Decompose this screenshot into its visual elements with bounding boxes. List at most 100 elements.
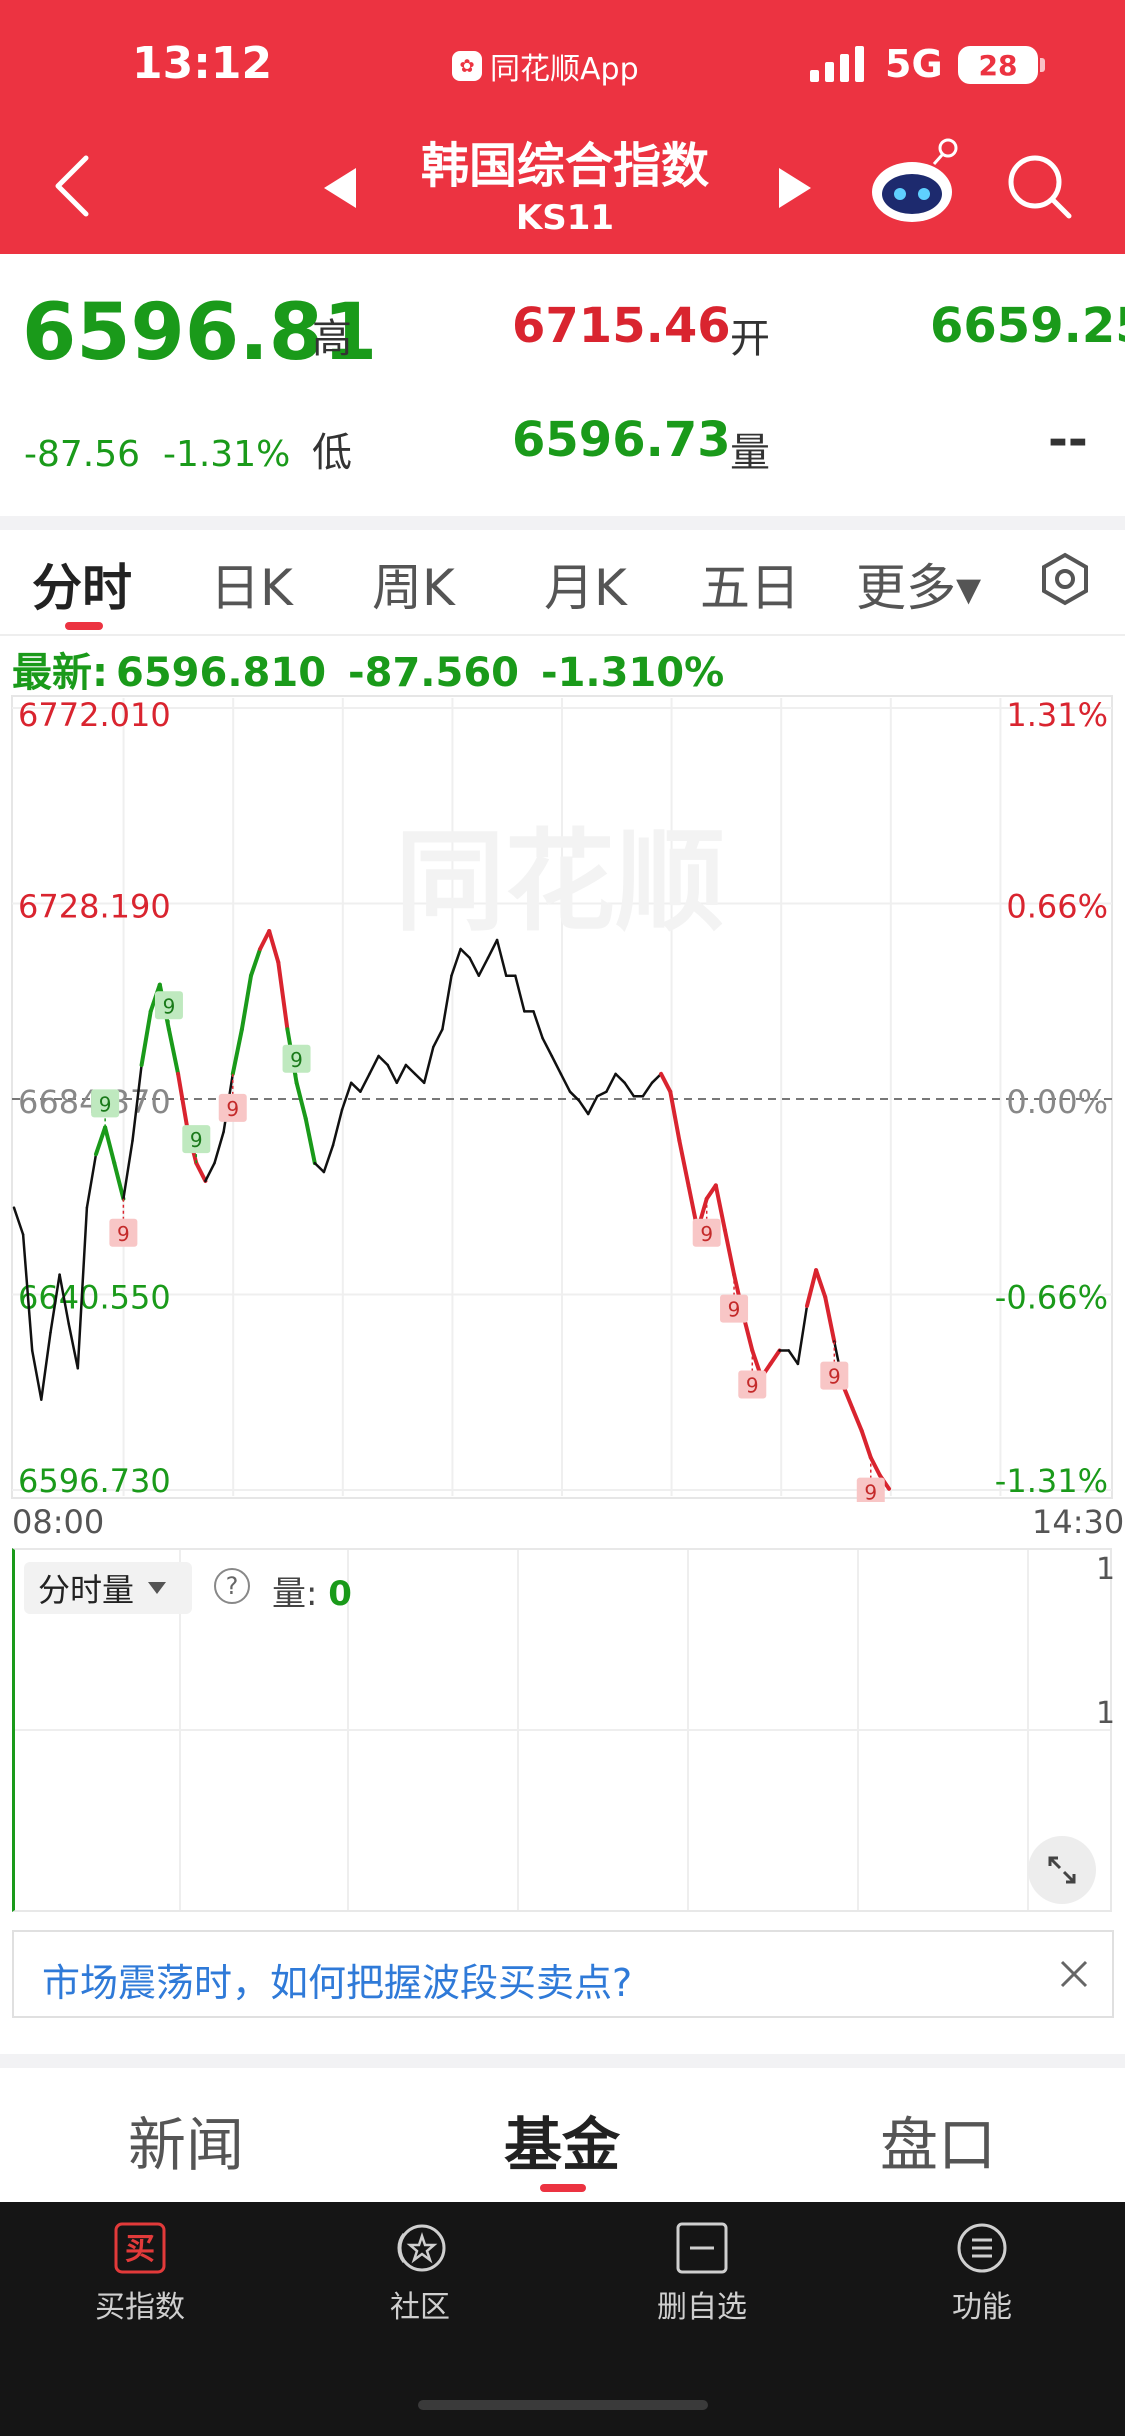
price-segment (541, 1036, 554, 1058)
price-segment (322, 1144, 335, 1174)
tab-intraday[interactable]: 分时 (32, 548, 132, 620)
price-segment (12, 1206, 25, 1236)
cellular-signal-icon (810, 46, 864, 82)
toolbar-community[interactable]: 社区 (330, 2222, 510, 2326)
price-segment (623, 1081, 636, 1098)
y-tick-left: 6728.190 (18, 888, 171, 926)
toolbar-buy-index[interactable]: 买 买指数 (50, 2222, 230, 2326)
x-axis-start: 08:00 (12, 1503, 105, 1541)
price-segment (550, 1054, 563, 1076)
tab-five-day[interactable]: 五日 (700, 548, 800, 620)
open-label: 开 (730, 316, 770, 362)
price-segment (166, 1027, 181, 1076)
y-axis-right: 1.31% 0.66% 0.00% -0.66% -1.31% (995, 696, 1108, 1500)
price-segment (249, 947, 263, 978)
next-index-icon[interactable] (775, 166, 815, 210)
top-header: 13:12 ✿ 同花顺App 5G 28 韩国综合指数 KS11 (0, 0, 1125, 254)
change-percent: -1.31% (162, 434, 291, 475)
bottom-tab-indicator (540, 2184, 586, 2192)
low-value: 6596.73 (512, 412, 731, 468)
price-segment (294, 1080, 308, 1121)
signal-marker: 9 (91, 1089, 120, 1128)
index-code: KS11 (515, 198, 615, 238)
price-segment (67, 1322, 80, 1370)
marker-label: 9 (226, 1097, 239, 1121)
price-segment (459, 947, 471, 960)
signal-marker: 9 (109, 1198, 138, 1247)
fullscreen-icon[interactable] (1028, 1836, 1096, 1904)
volume-value: -- (1048, 412, 1088, 468)
prev-index-icon[interactable] (320, 166, 360, 210)
price-segment (404, 1063, 417, 1076)
signal-marker: 9 (820, 1341, 849, 1390)
tab-weekly-k[interactable]: 周K (372, 548, 455, 620)
y-tick-left: 6640.550 (18, 1279, 171, 1317)
y-tick-right: 0.00% (1006, 1083, 1108, 1121)
price-segment (596, 1090, 608, 1098)
price-segment (122, 1139, 134, 1201)
marker-label: 9 (190, 1128, 203, 1152)
marker-label: 9 (117, 1222, 130, 1246)
tab-divider (0, 634, 1125, 636)
volume-type-label: 分时量 (38, 1571, 135, 1609)
tab-more[interactable]: 更多▾ (856, 548, 981, 620)
section-divider (0, 516, 1125, 530)
community-icon (397, 2224, 446, 2272)
tab-order-book[interactable]: 盘口 (880, 2098, 996, 2182)
tab-monthly-k[interactable]: 月K (544, 548, 627, 620)
price-segment (722, 1228, 737, 1277)
tab-active-indicator (65, 622, 103, 630)
price-segment (349, 1081, 362, 1093)
price-segment (258, 929, 272, 951)
search-icon[interactable] (1005, 152, 1075, 222)
intraday-chart[interactable]: 同花顺 6772.0106728.1906684.3706640.5506596… (0, 690, 1125, 1502)
toolbar-functions[interactable]: 功能 (892, 2222, 1072, 2326)
price-segment (213, 1130, 225, 1165)
price-change: -87.56 -1.31% (24, 434, 290, 475)
tip-banner-text[interactable]: 市场震荡时，如何把握波段买卖点? (42, 1952, 632, 2007)
tab-funds[interactable]: 基金 (504, 2098, 620, 2182)
y-tick-right: 1.31% (1006, 696, 1108, 734)
status-app-indicator[interactable]: ✿ 同花顺App (452, 44, 639, 88)
status-app-label: 同花顺App (490, 52, 639, 87)
help-icon[interactable]: ? (214, 1568, 250, 1604)
price-segment (677, 1138, 691, 1188)
tab-news[interactable]: 新闻 (128, 2098, 244, 2182)
battery-tip (1040, 58, 1045, 72)
quote-panel: 6596.81 -87.56 -1.31% 高 6715.46 开 6659.2… (0, 254, 1125, 516)
volume-readout-label: 量: (272, 1574, 318, 1614)
marker-label: 9 (864, 1481, 877, 1502)
price-segment (577, 1099, 590, 1116)
buy-icon-glyph: 买 (125, 2232, 155, 2267)
battery-icon: 28 (958, 46, 1038, 84)
price-segment (514, 974, 526, 1013)
price-segment (194, 1161, 208, 1183)
price-segment (477, 956, 490, 977)
close-icon[interactable] (1054, 1954, 1094, 1994)
chart-settings-icon[interactable] (1038, 552, 1092, 606)
toolbar-remove-watchlist[interactable]: 删自选 (612, 2222, 792, 2326)
marker-label: 9 (99, 1092, 112, 1116)
price-segment (377, 1054, 389, 1067)
marker-label: 9 (828, 1365, 841, 1389)
home-indicator (418, 2400, 708, 2410)
back-icon[interactable] (50, 150, 94, 222)
price-segment (103, 1125, 117, 1166)
tab-daily-k[interactable]: 日K (210, 548, 293, 620)
chart-watermark: 同花顺 (395, 818, 725, 946)
high-value: 6715.46 (512, 298, 731, 354)
price-segment (432, 1028, 444, 1049)
status-time: 13:12 (132, 38, 273, 89)
volume-readout: 量: 0 (272, 1566, 352, 1615)
robot-assistant-icon[interactable] (868, 138, 968, 228)
index-title: 韩国综合指数 (420, 138, 709, 194)
volume-type-dropdown[interactable]: 分时量 (24, 1562, 192, 1614)
tip-banner[interactable]: 市场震荡时，如何把握波段买卖点? (12, 1930, 1114, 2018)
volume-axis-top: 1 (1096, 1552, 1116, 1587)
price-segment (276, 960, 290, 1032)
price-segment (850, 1406, 864, 1433)
network-type: 5G (885, 42, 943, 86)
dropdown-arrow-icon (148, 1582, 167, 1594)
price-segment (441, 974, 453, 1031)
signal-marker: 9 (856, 1457, 885, 1502)
